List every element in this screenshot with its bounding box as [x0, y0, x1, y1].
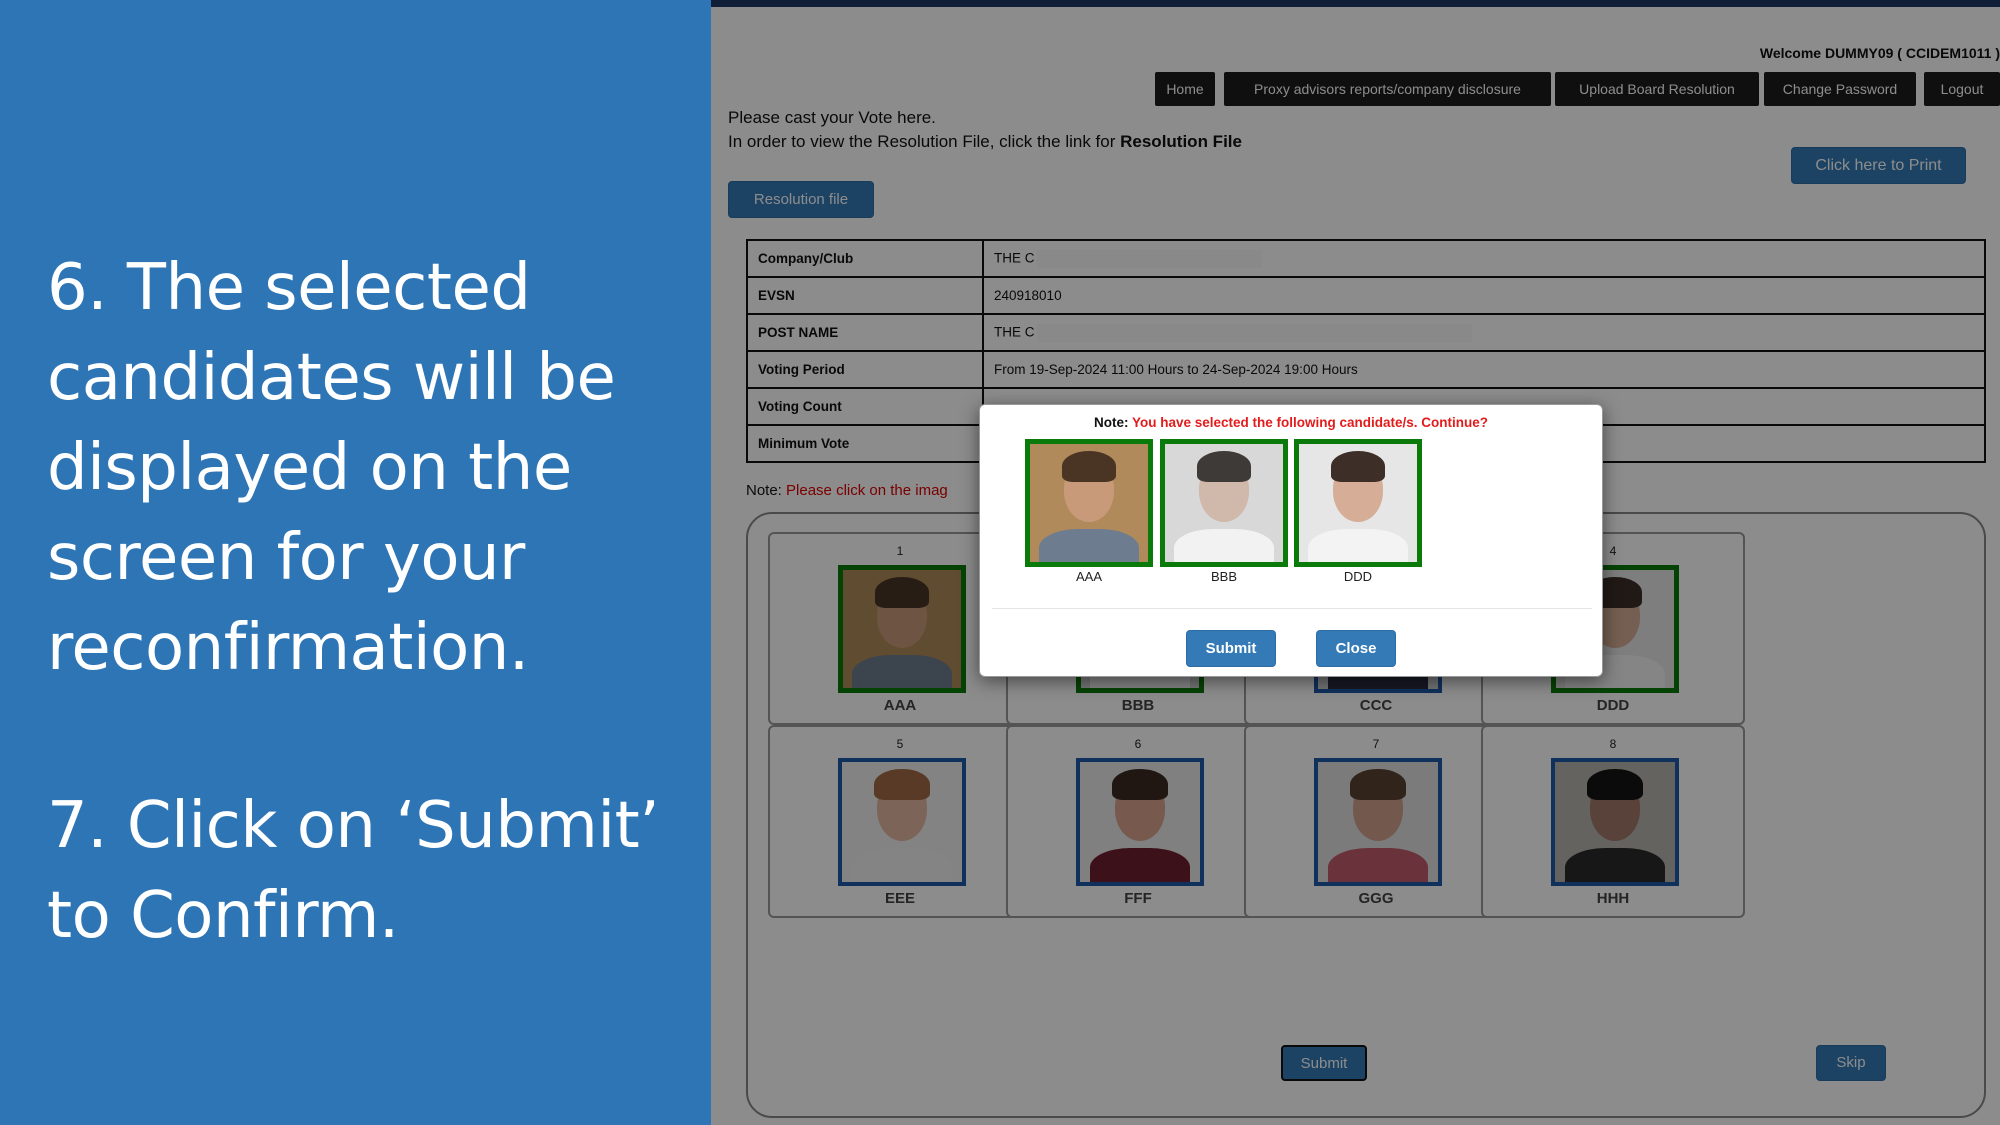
modal-candidate: BBB	[1159, 439, 1289, 584]
instruction-step-7: 7. Click on ‘Submit’ to Confirm.	[47, 789, 660, 953]
modal-candidate-name: BBB	[1210, 569, 1237, 584]
modal-candidate: AAA	[1024, 439, 1154, 584]
voting-screen: Welcome DUMMY09 ( CCIDEM1011 ) Home Prox…	[711, 0, 2000, 1125]
modal-note-text: You have selected the following candidat…	[1131, 415, 1489, 430]
modal-candidate: DDD	[1293, 439, 1423, 584]
modal-note-prefix: Note:	[1093, 415, 1132, 430]
modal-divider	[992, 608, 1592, 609]
modal-candidate-name: AAA	[1075, 569, 1102, 584]
modal-candidate-photo	[1025, 439, 1153, 567]
modal-close-button[interactable]: Close	[1316, 630, 1396, 667]
modal-candidate-photo	[1160, 439, 1288, 567]
instruction-panel: 6. The selected candidates will be displ…	[0, 0, 711, 1125]
confirmation-modal: Note: You have selected the following ca…	[979, 404, 1603, 677]
instruction-step-6: 6. The selected candidates will be displ…	[47, 251, 616, 685]
modal-submit-button[interactable]: Submit	[1186, 630, 1276, 667]
modal-candidate-photo	[1294, 439, 1422, 567]
modal-candidate-name: DDD	[1343, 569, 1373, 584]
modal-note: Note: You have selected the following ca…	[980, 415, 1602, 430]
